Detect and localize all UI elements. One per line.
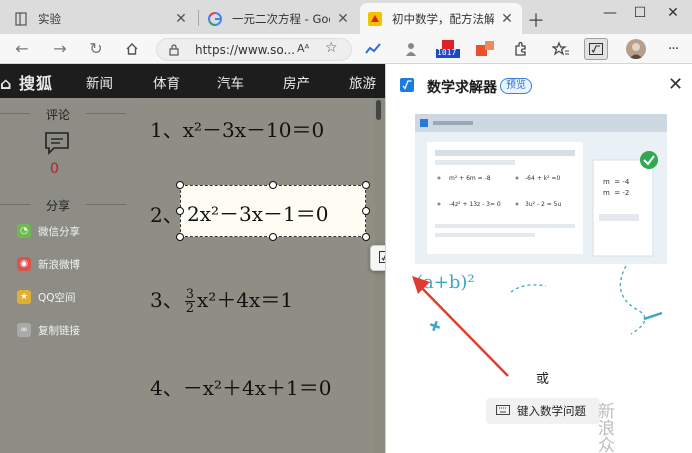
- link-icon: ∞: [17, 323, 31, 337]
- panel-title: 数学求解器: [427, 80, 497, 96]
- web-page: ⌂ 搜狐 新闻 体育 汽车 房产 旅游 评论 0 分享 ◔ 微信分享 ◉ 新浪微…: [0, 64, 385, 453]
- site-logo[interactable]: ⌂ 搜狐: [0, 70, 53, 94]
- red-arrow: [412, 276, 509, 377]
- equation-4: 4、－x²＋4x＋1＝0: [150, 376, 332, 400]
- home-glyph-icon: ⌂: [0, 74, 20, 93]
- extension-badge: 1017: [437, 48, 457, 57]
- equation-1: 1、x²－3x－10＝0: [150, 118, 325, 142]
- or-text: 或: [536, 372, 550, 387]
- tab-title: 一元二次方程 - Google 搜索: [232, 11, 330, 26]
- refresh-icon[interactable]: ↻: [86, 39, 106, 59]
- fraction: 32: [184, 287, 196, 316]
- minimize-icon[interactable]: —: [600, 5, 620, 21]
- extensions-puzzle-icon[interactable]: [512, 40, 530, 58]
- share-weibo[interactable]: ◉ 新浪微博: [17, 255, 80, 273]
- article-content: 1、x²－3x－10＝0 3、 3 2 x²＋4x＝1 4、－x²＋4x＋1＝0: [140, 98, 375, 453]
- browser-toolbar: ← → ↻ https://www.so... Aᴬ ☆ 1017 ···: [0, 34, 692, 64]
- favorite-star-icon[interactable]: ☆: [325, 40, 338, 56]
- math-solver-toolbar-button[interactable]: [584, 38, 608, 60]
- nav-news[interactable]: 新闻: [86, 72, 113, 92]
- comment-icon[interactable]: [44, 131, 70, 158]
- resize-handle-br[interactable]: [362, 233, 370, 241]
- preview-badge: 预览: [500, 78, 532, 94]
- card-equation-4: 3u² - 2 = 5u: [525, 201, 562, 208]
- card-equation-2: -64 + k² =0: [525, 175, 561, 182]
- qzone-star-icon: ★: [17, 290, 31, 304]
- tab-google[interactable]: 一元二次方程 - Google 搜索 ✕: [200, 3, 358, 34]
- share-qzone[interactable]: ★ QQ空间: [17, 288, 76, 306]
- divider: [86, 204, 126, 205]
- wechat-icon: ◔: [17, 224, 31, 238]
- type-math-problem-button[interactable]: 键入数学问题: [486, 398, 600, 424]
- resize-handle-r[interactable]: [362, 207, 370, 215]
- resize-handle-t[interactable]: [269, 181, 277, 189]
- forward-icon[interactable]: →: [50, 39, 70, 59]
- close-tab-icon[interactable]: ✕: [500, 11, 514, 27]
- resize-handle-l[interactable]: [176, 207, 184, 215]
- comment-count[interactable]: 0: [50, 161, 59, 177]
- nav-realestate[interactable]: 房产: [283, 72, 310, 92]
- url-text: https://www.so...: [195, 43, 295, 57]
- resize-handle-tr[interactable]: [362, 181, 370, 189]
- tab-title: 实验: [38, 11, 61, 26]
- copy-link[interactable]: ∞ 复制链接: [17, 321, 80, 339]
- favorites-icon[interactable]: [552, 40, 570, 58]
- close-tab-icon[interactable]: ✕: [174, 11, 188, 27]
- watermark: 新浪众测: [598, 402, 615, 453]
- resize-handle-b[interactable]: [269, 233, 277, 241]
- chart-extension-icon[interactable]: [364, 40, 382, 58]
- puzzle-user-extension-icon[interactable]: [402, 40, 420, 58]
- more-menu-icon[interactable]: ···: [664, 40, 682, 58]
- new-tab-button[interactable]: ＋: [527, 7, 545, 33]
- card-equation-1: m² + 6m = -8: [449, 175, 491, 182]
- lock-icon: [169, 44, 179, 59]
- back-icon[interactable]: ←: [12, 39, 32, 59]
- equation-2: 2x²－3x－1＝0: [187, 202, 329, 226]
- resize-handle-bl[interactable]: [176, 233, 184, 241]
- share-wechat[interactable]: ◔ 微信分享: [17, 222, 80, 240]
- tab-strip: 实验 ✕ 一元二次方程 - Google 搜索 ✕ 初中数学，配方法解一元二次方…: [0, 0, 692, 34]
- tab-divider: [198, 10, 199, 26]
- selection-box[interactable]: 2x²－3x－1＝0: [180, 185, 366, 237]
- solution-line-2: m = -2: [603, 189, 630, 197]
- divider: [86, 113, 126, 114]
- site-navbar: ⌂ 搜狐 新闻 体育 汽车 房产 旅游: [0, 64, 385, 98]
- close-tab-icon[interactable]: ✕: [336, 11, 350, 27]
- share-sidebar: 评论 0 分享 ◔ 微信分享 ◉ 新浪微博 ★ QQ空间 ∞ 复制链接: [0, 98, 140, 453]
- equation-3: 3、 3 2 x²＋4x＝1: [150, 287, 294, 316]
- sohu-favicon-icon: [368, 11, 382, 26]
- counter-extension-icon[interactable]: 1017: [436, 40, 460, 58]
- math-solver-panel: 数学求解器 预览 ✕ m² + 6m = -8 -64 + k² =0 -4z²…: [385, 64, 692, 453]
- solver-illustration: m² + 6m = -8 -64 + k² =0 -4z² + 13z - 3=…: [415, 114, 667, 264]
- document-icon: [14, 11, 28, 26]
- office-extension-icon[interactable]: [476, 40, 494, 58]
- read-aloud-icon[interactable]: Aᴬ: [297, 42, 309, 55]
- maximize-icon[interactable]: ☐: [630, 5, 650, 21]
- share-heading: 分享: [45, 199, 70, 213]
- card-equation-3: -4z² + 13z - 3= 0: [449, 201, 501, 208]
- comment-heading: 评论: [45, 108, 70, 122]
- nav-auto[interactable]: 汽车: [217, 72, 244, 92]
- keyboard-icon: [496, 404, 510, 418]
- math-solver-logo-icon: [400, 78, 414, 92]
- nav-sports[interactable]: 体育: [153, 72, 180, 92]
- tab-title: 初中数学，配方法解一元二次方程: [392, 11, 494, 26]
- page-scrollbar[interactable]: [376, 100, 381, 120]
- home-icon[interactable]: [122, 39, 142, 59]
- solution-line-1: m = -4: [603, 178, 630, 186]
- resize-handle-tl[interactable]: [176, 181, 184, 189]
- address-bar[interactable]: https://www.so... Aᴬ ☆: [156, 38, 352, 61]
- weibo-icon: ◉: [17, 257, 31, 271]
- google-icon: [208, 11, 222, 26]
- nav-travel[interactable]: 旅游: [349, 72, 376, 92]
- tab-experiment[interactable]: 实验 ✕: [6, 3, 196, 34]
- close-window-icon[interactable]: ✕: [663, 5, 683, 21]
- close-panel-icon[interactable]: ✕: [668, 74, 683, 95]
- tab-active-math[interactable]: 初中数学，配方法解一元二次方程 ✕: [360, 3, 522, 34]
- profile-avatar[interactable]: [626, 39, 646, 59]
